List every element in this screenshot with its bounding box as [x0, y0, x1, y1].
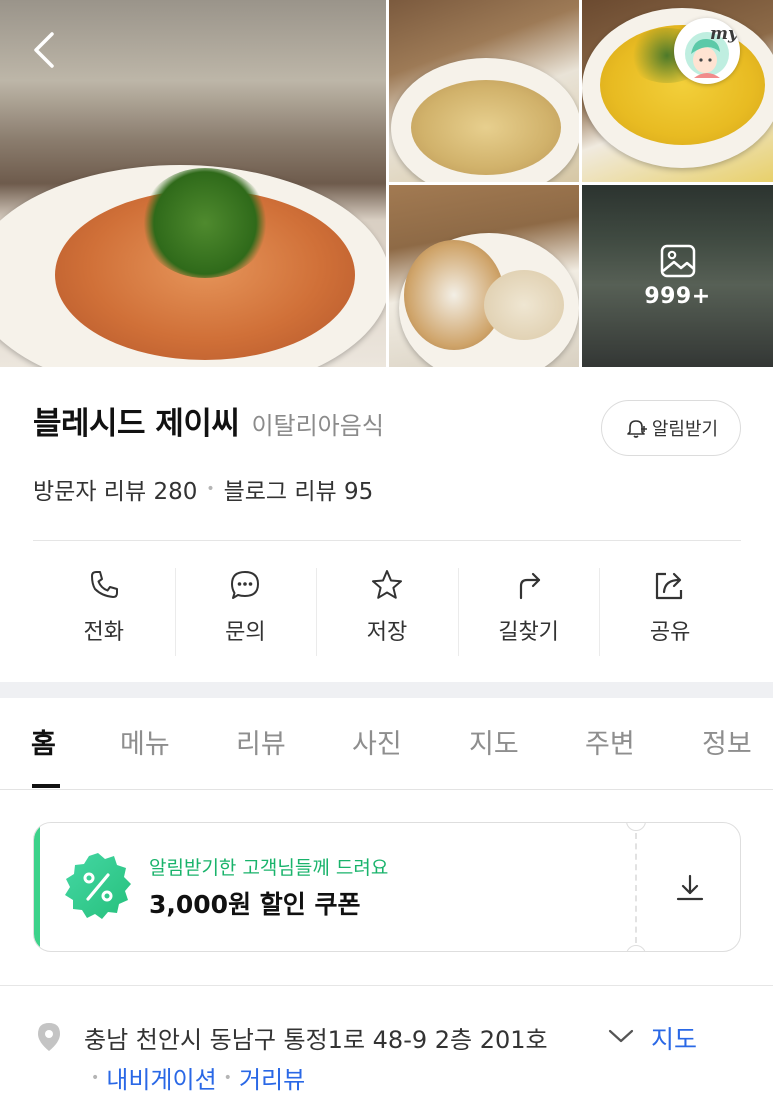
coupon-title: 3,000원 할인 쿠폰: [149, 890, 361, 919]
review-summary: 방문자 리뷰 280 • 블로그 리뷰 95: [33, 472, 373, 506]
share-button[interactable]: 공유: [599, 560, 741, 660]
location-pin-icon: [38, 1023, 60, 1051]
visitor-reviews-label: 방문자 리뷰: [33, 479, 147, 505]
tab-map[interactable]: 지도: [469, 722, 519, 761]
photo-gallery: 999+ my: [0, 0, 773, 367]
call-button[interactable]: 전화: [33, 560, 175, 660]
tab-info[interactable]: 정보: [702, 722, 752, 761]
place-category: 이탈리아음식: [251, 412, 384, 440]
place-name: 블레시드 제이씨: [33, 406, 240, 442]
separator-dot: •: [223, 1069, 232, 1086]
place-title-row: 블레시드 제이씨 이탈리아음식: [33, 398, 384, 443]
address-links: • 내비게이션 • 거리뷰: [84, 1060, 305, 1095]
chat-icon: [231, 571, 260, 599]
photo-count-label: 999+: [644, 283, 711, 309]
image-icon: [660, 244, 695, 277]
navigation-link[interactable]: 내비게이션: [106, 1060, 216, 1095]
separator-dot: •: [206, 481, 215, 497]
coupon-accent-bar: [34, 823, 40, 951]
coupon-divider: [635, 833, 637, 943]
save-button[interactable]: 저장: [316, 560, 458, 660]
chevron-left-icon: [34, 32, 54, 68]
tab-reviews[interactable]: 리뷰: [236, 722, 286, 761]
save-label: 저장: [366, 620, 408, 645]
call-label: 전화: [83, 620, 125, 645]
visitor-reviews-count: 280: [153, 479, 198, 505]
notify-label: 알림받기: [651, 419, 719, 440]
divider: [33, 540, 741, 541]
action-bar: 전화 문의 저장 길찾기 공유: [33, 560, 741, 660]
share-icon: [656, 572, 683, 600]
directions-label: 길찾기: [498, 620, 559, 645]
map-link[interactable]: 지도: [651, 1020, 697, 1056]
phone-icon: [90, 571, 118, 598]
address-text: 충남 천안시 동남구 통정1로 48-9 2층 201호: [84, 1026, 548, 1054]
tab-menu[interactable]: 메뉴: [120, 722, 170, 761]
blog-reviews-link[interactable]: 블로그 리뷰 95: [224, 472, 374, 506]
street-view-link[interactable]: 거리뷰: [239, 1060, 305, 1095]
tab-photos[interactable]: 사진: [352, 722, 402, 761]
pasta-photo-1[interactable]: [389, 0, 579, 182]
blog-reviews-label: 블로그 리뷰: [223, 479, 337, 505]
coupon-download-button[interactable]: [638, 823, 740, 951]
my-label: my: [710, 24, 738, 44]
blog-reviews-count: 95: [344, 479, 374, 505]
more-photos-overlay[interactable]: 999+: [582, 185, 773, 367]
bell-plus-icon: [627, 420, 647, 438]
active-tab-indicator: [32, 784, 60, 788]
bread-bowl-photo[interactable]: [389, 185, 579, 367]
notify-button[interactable]: 알림받기: [601, 400, 741, 456]
download-icon: [676, 874, 704, 901]
section-separator: [0, 682, 773, 698]
divider: [0, 985, 773, 986]
percent-badge-icon: [65, 853, 131, 919]
coupon-subtitle: 알림받기한 고객님들께 드려요: [149, 857, 389, 879]
tab-nearby[interactable]: 주변: [585, 722, 635, 761]
directions-button[interactable]: 길찾기: [457, 560, 600, 660]
tab-bar: 홈 메뉴 리뷰 사진 지도 주변 정보: [0, 698, 773, 790]
inquiry-label: 문의: [225, 620, 266, 645]
inquiry-button[interactable]: 문의: [174, 560, 317, 660]
star-icon: [371, 570, 402, 599]
share-label: 공유: [649, 620, 691, 645]
directions-icon: [519, 572, 540, 600]
back-button[interactable]: [28, 30, 62, 70]
coupon-card[interactable]: 알림받기한 고객님들께 드려요 3,000원 할인 쿠폰: [33, 822, 741, 952]
my-profile-button[interactable]: my: [674, 18, 740, 84]
separator-dot: •: [91, 1069, 100, 1086]
chevron-down-icon[interactable]: [607, 1027, 635, 1045]
visitor-reviews-link[interactable]: 방문자 리뷰 280: [33, 472, 197, 506]
tab-home[interactable]: 홈: [31, 722, 56, 761]
